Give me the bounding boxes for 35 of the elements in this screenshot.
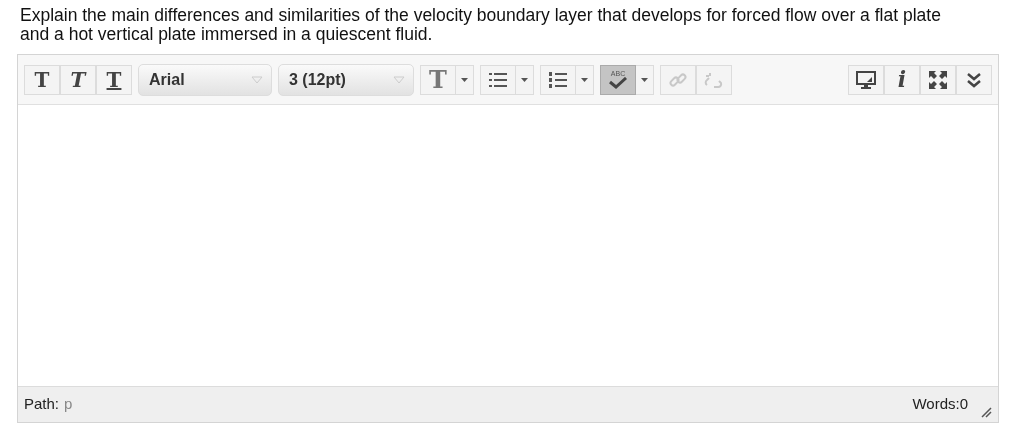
resize-handle-icon[interactable] — [980, 406, 992, 418]
bold-button[interactable]: T — [24, 64, 60, 95]
font-select[interactable]: Arial — [138, 63, 272, 96]
check-icon — [608, 77, 628, 89]
caret-icon — [393, 75, 405, 84]
word-count: Words:0 — [912, 394, 968, 415]
bullets-button[interactable] — [480, 64, 516, 95]
double-chevron-icon — [966, 71, 982, 88]
link-icon — [669, 70, 687, 89]
path-label: Path: — [24, 394, 60, 415]
preview-button[interactable] — [848, 64, 884, 95]
numbers-button[interactable] — [540, 64, 576, 95]
more-button[interactable] — [956, 64, 992, 95]
caret-icon — [251, 75, 263, 84]
info-button[interactable]: i — [884, 64, 920, 95]
dropdown-button[interactable] — [636, 64, 654, 95]
size-select[interactable]: 3 (12pt) — [278, 63, 414, 96]
path-value: p — [64, 394, 73, 415]
fullscreen-button[interactable] — [920, 64, 956, 95]
monitor-icon — [856, 70, 876, 89]
dropdown-button[interactable] — [456, 64, 474, 95]
underline-button[interactable]: T — [96, 64, 132, 95]
bullet-list-icon — [489, 72, 507, 87]
caret-icon — [521, 77, 528, 82]
italic-button[interactable]: T — [60, 64, 96, 95]
caret-icon — [581, 77, 588, 82]
expand-icon — [929, 70, 947, 89]
numbered-list-icon — [549, 71, 567, 88]
caret-icon — [641, 77, 648, 82]
unlink-icon — [704, 70, 724, 89]
text-color-button[interactable]: T — [420, 64, 456, 95]
dropdown-button[interactable] — [576, 64, 594, 95]
caret-icon — [461, 77, 468, 82]
dropdown-button[interactable] — [516, 64, 534, 95]
question-text: Explain the main differences and similarities of the velocity boundary layer that develops for forced flow over a flat plate and a hot vertical plate immersed in a quiescent fluid. — [19, 6, 942, 44]
